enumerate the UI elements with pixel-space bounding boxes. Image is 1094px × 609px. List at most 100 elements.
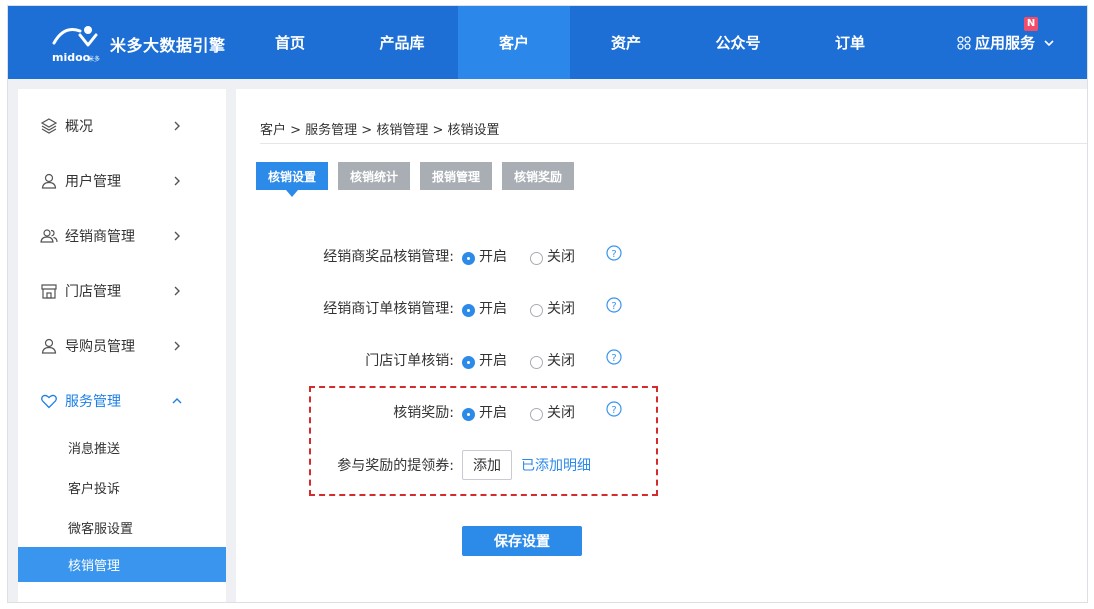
users-icon xyxy=(40,228,58,243)
nav-app-services-label: 应用服务 xyxy=(974,34,1035,52)
radio-label: 关闭 xyxy=(547,301,575,317)
nav-orders-label: 订单 xyxy=(834,34,865,52)
sidebar-subitem-label: 微客服设置 xyxy=(68,521,134,537)
nav-customers[interactable]: 客户 xyxy=(458,6,570,79)
chevron-up-icon xyxy=(172,397,182,403)
nav-official-account-label: 公众号 xyxy=(715,34,761,52)
radio-unchecked-icon xyxy=(530,251,543,265)
nav-products-label: 产品库 xyxy=(379,34,425,52)
radio-checked-icon xyxy=(462,407,475,421)
tab-label: 核销奖励 xyxy=(514,169,563,184)
tab-bar: 核销设置 核销统计 报销管理 核销奖励 xyxy=(256,162,584,197)
sidebar-item-label: 门店管理 xyxy=(65,283,121,300)
sidebar-subitem-message-push[interactable]: 消息推送 xyxy=(18,427,226,467)
radio-label: 关闭 xyxy=(547,249,575,265)
sidebar-item-users[interactable]: 用户管理 xyxy=(18,153,226,208)
radio-off[interactable]: 关闭 xyxy=(530,298,575,318)
radio-checked-icon xyxy=(462,303,475,317)
user-icon xyxy=(41,173,57,189)
chevron-right-icon xyxy=(174,121,180,130)
setting-label: 核销奖励: xyxy=(393,405,454,421)
help-icon[interactable]: ? xyxy=(606,349,622,365)
setting-label: 门店订单核销: xyxy=(365,353,454,369)
sidebar-item-service-management[interactable]: 服务管理 xyxy=(18,373,226,428)
svg-text:?: ? xyxy=(611,301,616,312)
sidebar-subitem-label: 客户投诉 xyxy=(68,481,121,497)
sidebar-subitem-complaints[interactable]: 客户投诉 xyxy=(18,467,226,507)
svg-text:?: ? xyxy=(611,353,616,364)
app-window: midoo 米多 米多大数据引擎 首页 产品库 客户 资产 公众号 订单 应用服… xyxy=(7,5,1088,603)
new-badge: N xyxy=(1024,17,1038,31)
help-icon[interactable]: ? xyxy=(606,401,622,417)
radio-checked-icon xyxy=(462,355,475,369)
nav-home[interactable]: 首页 xyxy=(234,6,346,79)
radio-off[interactable]: 关闭 xyxy=(530,246,575,266)
nav-products[interactable]: 产品库 xyxy=(346,6,458,79)
svg-text:?: ? xyxy=(611,249,616,260)
main-nav: 首页 产品库 客户 资产 公众号 订单 应用服务 N xyxy=(234,6,1087,79)
radio-on[interactable]: 开启 xyxy=(462,246,507,266)
tab-writeoff-settings[interactable]: 核销设置 xyxy=(256,162,329,197)
nav-official-account[interactable]: 公众号 xyxy=(682,6,794,79)
tab-writeoff-rewards[interactable]: 核销奖励 xyxy=(502,162,575,190)
nav-assets-label: 资产 xyxy=(610,34,641,52)
chevron-right-icon xyxy=(174,341,180,350)
added-details-link[interactable]: 已添加明细 xyxy=(521,455,591,475)
nav-customers-label: 客户 xyxy=(498,34,529,52)
user-icon xyxy=(41,338,57,354)
sidebar-item-label: 概况 xyxy=(65,118,93,135)
radio-on[interactable]: 开启 xyxy=(462,402,507,422)
setting-label: 经销商奖品核销管理: xyxy=(323,249,454,265)
sidebar-item-label: 经销商管理 xyxy=(65,228,135,245)
radio-unchecked-icon xyxy=(530,303,543,317)
sidebar-item-label: 服务管理 xyxy=(65,393,121,410)
brand[interactable]: midoo 米多 米多大数据引擎 xyxy=(50,19,250,67)
chevron-right-icon xyxy=(174,231,180,240)
radio-checked-icon xyxy=(462,251,475,265)
radio-label: 开启 xyxy=(479,405,507,421)
radio-on[interactable]: 开启 xyxy=(462,350,507,370)
svg-text:米多: 米多 xyxy=(88,55,100,63)
radio-unchecked-icon xyxy=(530,407,543,421)
nav-orders[interactable]: 订单 xyxy=(794,6,906,79)
svg-text:midoo: midoo xyxy=(52,51,91,64)
radio-on[interactable]: 开启 xyxy=(462,298,507,318)
main-panel: 客户 > 服务管理 > 核销管理 > 核销设置 核销设置 核销统计 报销管理 核… xyxy=(236,89,1087,602)
setting-row-writeoff-reward: 核销奖励: 开启 关闭 ? xyxy=(236,399,836,423)
tab-label: 核销设置 xyxy=(268,169,317,184)
radio-label: 开启 xyxy=(479,301,507,317)
setting-label: 经销商订单核销管理: xyxy=(323,301,454,317)
nav-home-label: 首页 xyxy=(274,34,305,52)
tab-reimbursement[interactable]: 报销管理 xyxy=(420,162,493,190)
tab-writeoff-statistics[interactable]: 核销统计 xyxy=(338,162,411,190)
setting-row-dealer-prize: 经销商奖品核销管理: 开启 关闭 ? xyxy=(236,243,836,267)
layers-icon xyxy=(40,117,58,134)
sidebar-item-shopping-guides[interactable]: 导购员管理 xyxy=(18,318,226,373)
sidebar-item-label: 导购员管理 xyxy=(65,338,135,355)
radio-off[interactable]: 关闭 xyxy=(530,350,575,370)
sidebar-item-stores[interactable]: 门店管理 xyxy=(18,263,226,318)
sidebar-subitem-label: 核销管理 xyxy=(68,559,121,574)
sidebar-item-label: 用户管理 xyxy=(65,173,121,190)
nav-app-services[interactable]: 应用服务 N xyxy=(906,6,1087,79)
add-button[interactable]: 添加 xyxy=(462,450,512,480)
help-icon[interactable]: ? xyxy=(606,297,622,313)
chevron-down-icon xyxy=(1044,39,1054,46)
help-icon[interactable]: ? xyxy=(606,245,622,261)
radio-unchecked-icon xyxy=(530,355,543,369)
midoo-logo-icon: midoo 米多 xyxy=(52,26,100,64)
radio-off[interactable]: 关闭 xyxy=(530,402,575,422)
nav-assets[interactable]: 资产 xyxy=(570,6,682,79)
tab-label: 报销管理 xyxy=(432,169,481,184)
sidebar-subitem-writeoff-management[interactable]: 核销管理 xyxy=(18,547,226,582)
radio-label: 开启 xyxy=(479,353,507,369)
sidebar: 概况 用户管理 经销商管理 门店管理 导购员管理 服务管理 消息推送 客户投诉 … xyxy=(18,89,226,602)
sidebar-item-dealers[interactable]: 经销商管理 xyxy=(18,208,226,263)
tab-label: 核销统计 xyxy=(350,169,399,184)
radio-label: 开启 xyxy=(479,249,507,265)
sidebar-subitem-micro-service[interactable]: 微客服设置 xyxy=(18,507,226,547)
save-settings-button[interactable]: 保存设置 xyxy=(462,526,582,556)
breadcrumb-divider xyxy=(260,143,1087,144)
sidebar-item-overview[interactable]: 概况 xyxy=(18,98,226,153)
setting-row-store-order: 门店订单核销: 开启 关闭 ? xyxy=(236,347,836,371)
